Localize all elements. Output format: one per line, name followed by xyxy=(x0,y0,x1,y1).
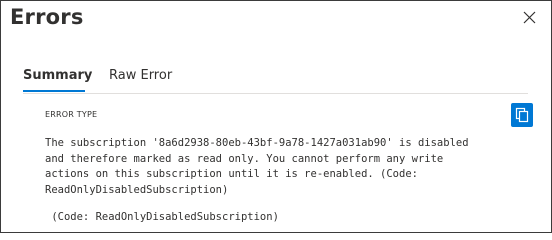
tab-divider xyxy=(23,93,528,94)
copy-button[interactable] xyxy=(511,103,533,127)
close-button[interactable] xyxy=(519,7,539,27)
copy-icon xyxy=(515,107,529,123)
close-icon xyxy=(523,11,535,23)
error-type-label: ERROR TYPE xyxy=(45,110,98,119)
tab-raw-error[interactable]: Raw Error xyxy=(109,68,172,83)
panel-title: Errors xyxy=(10,5,84,29)
errors-panel: Errors Summary Raw Error ERROR TYPE The … xyxy=(0,0,552,233)
error-code: (Code: ReadOnlyDisabledSubscription) xyxy=(45,211,279,223)
tab-summary[interactable]: Summary xyxy=(23,68,93,92)
tab-summary-label: Summary xyxy=(23,68,93,83)
error-message: The subscription '8a6d2938-80eb-43bf-9a7… xyxy=(45,137,469,196)
tab-selected-indicator xyxy=(23,90,85,92)
tab-raw-error-label: Raw Error xyxy=(109,68,173,83)
